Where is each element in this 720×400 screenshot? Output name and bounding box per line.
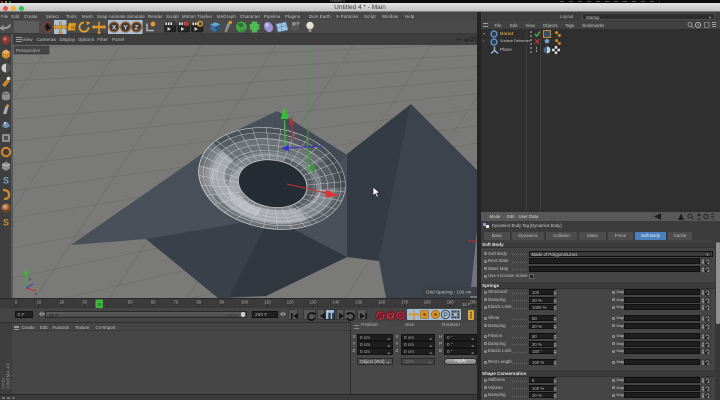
svg-text:S: S [3,218,9,228]
svg-text:36 F: 36 F [462,302,471,307]
svg-text:36: 36 [97,302,102,307]
svg-text:X: X [112,24,117,31]
svg-text:50: 50 [128,300,133,305]
svg-text:160: 160 [378,300,386,305]
svg-text:10: 10 [37,300,42,305]
svg-text:Perspective: Perspective [16,48,40,53]
svg-text:20: 20 [59,300,64,305]
svg-text:70: 70 [174,300,179,305]
svg-text:140: 140 [332,300,340,305]
svg-text:Grid Spacing : 100 cm: Grid Spacing : 100 cm [426,290,472,295]
svg-text:CINEMA 4D: CINEMA 4D [6,363,11,389]
svg-text:150: 150 [355,300,363,305]
svg-text:190: 190 [447,300,455,305]
svg-text:S: S [3,176,9,186]
svg-text:Y: Y [123,24,128,31]
svg-text:80: 80 [196,300,201,305]
svg-text:Z: Z [135,24,139,31]
svg-text:x: x [35,291,37,296]
svg-text:120: 120 [287,300,295,305]
svg-text:170: 170 [401,300,409,305]
svg-text:110: 110 [264,300,271,305]
svg-text:MAXON: MAXON [2,377,6,389]
svg-text:P: P [443,312,447,319]
svg-text:y: y [29,276,31,281]
svg-text:0: 0 [15,300,18,305]
svg-text:130: 130 [310,300,318,305]
svg-text:30: 30 [82,300,87,305]
svg-text:60: 60 [151,300,156,305]
svg-text:90: 90 [219,300,224,305]
svg-text:100: 100 [241,300,249,305]
svg-text:200: 200 [470,300,478,305]
svg-text:180: 180 [424,300,432,305]
